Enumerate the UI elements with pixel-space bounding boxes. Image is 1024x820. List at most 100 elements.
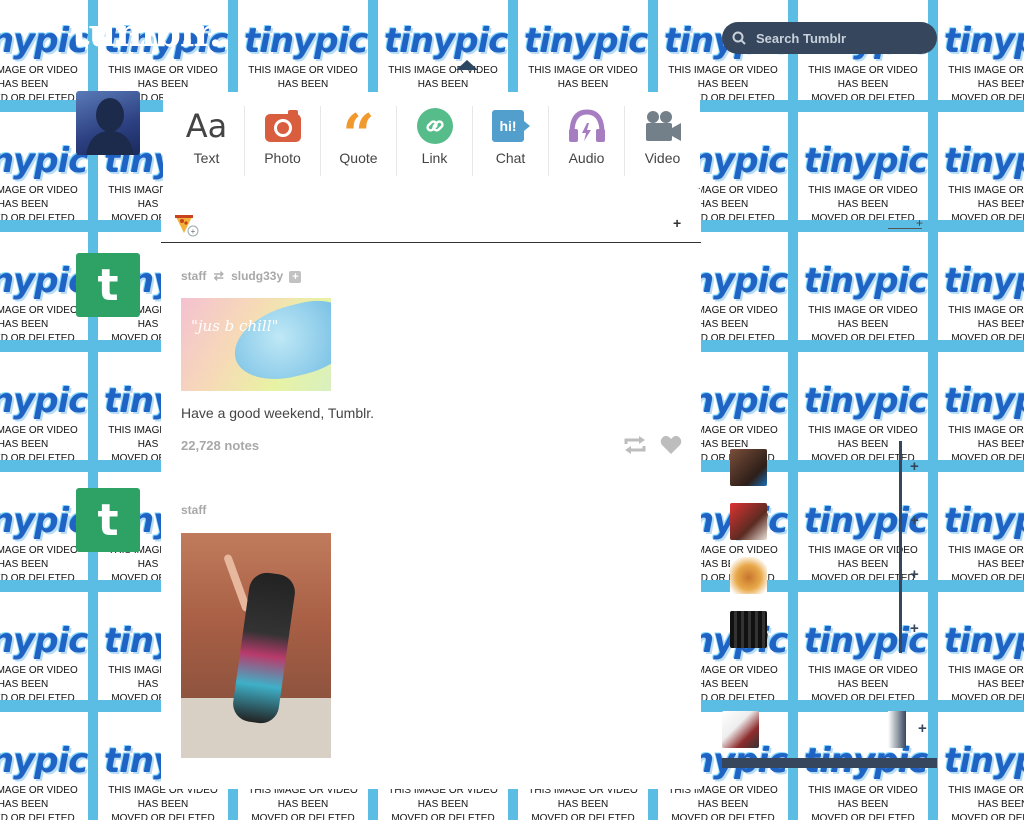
tinypic-logo: tinypic (804, 621, 928, 661)
broken-image-tile: tinypicTHIS IMAGE OR VIDEOHAS BEENMOVED … (0, 712, 88, 820)
message-line: MOVED OR DELETED (0, 813, 75, 820)
search-icon (732, 31, 746, 45)
tinypic-logo: tinypic (0, 741, 88, 781)
message-line: THIS IMAGE OR VIDEO (808, 425, 918, 436)
post-photo-button[interactable]: Photo (245, 106, 321, 176)
post-quote-button[interactable]: “ Quote (321, 106, 397, 176)
plus-icon[interactable]: + (916, 216, 923, 230)
moved-deleted-message: THIS IMAGE OR VIDEOHAS BEENMOVED OR DELE… (798, 304, 928, 340)
tinypic-logo: tinypic (804, 261, 928, 301)
post-header: staff (181, 503, 206, 517)
camera-icon (264, 110, 301, 142)
message-line: HAS BEEN (0, 799, 49, 810)
pizza-icon[interactable]: + (172, 209, 200, 237)
message-line: THIS IMAGE OR VIDEO (948, 65, 1024, 76)
message-line: MOVED OR DELETED (251, 813, 355, 820)
message-line: HAS BEEN (977, 439, 1024, 450)
radar-post-thumbnail[interactable] (722, 711, 759, 748)
follow-plus-icon[interactable]: + (289, 270, 302, 283)
message-line: MOVED OR DELETED (811, 813, 915, 820)
message-line: THIS IMAGE OR VIDEO (808, 785, 918, 796)
tinypic-logo: tinypic (944, 261, 1024, 301)
post-video-button[interactable]: Video (625, 106, 700, 176)
search-input[interactable] (754, 29, 928, 47)
follow-plus-icon[interactable]: + (910, 566, 919, 583)
recommended-blog-avatar[interactable] (730, 503, 767, 540)
message-line: HAS BEEN (0, 679, 49, 690)
message-line: THIS IMAGE OR VIDEO (948, 185, 1024, 196)
broken-image-tile: tinypicTHIS IMAGE OR VIDEOHAS BEENMOVED … (0, 232, 88, 340)
follow-plus-icon[interactable]: + (918, 720, 927, 737)
post-photo[interactable] (181, 533, 331, 758)
search-bar[interactable] (722, 22, 937, 54)
message-line: MOVED OR DELETED (0, 453, 75, 460)
caret-up-icon (456, 60, 478, 70)
staff-avatar[interactable]: t (76, 488, 140, 552)
tinypic-logo: tinypic (0, 501, 88, 541)
tinypic-logo: tinypic (944, 141, 1024, 181)
moved-deleted-message: THIS IMAGE OR VIDEOHAS BEENMOVED OR DELE… (798, 664, 928, 700)
message-line: HAS BEEN (977, 799, 1024, 810)
broken-image-tile: tinypicTHIS IMAGE OR VIDEOHAS BEENMOVED … (238, 0, 368, 100)
message-line: THIS IMAGE OR VIDEO (0, 185, 78, 196)
plus-icon[interactable]: + (673, 215, 681, 231)
silhouette-icon (86, 98, 134, 155)
message-line: MOVED OR DELETED (811, 213, 915, 220)
moved-deleted-message: THIS IMAGE OR VIDEOHAS BEENMOVED OR DELE… (938, 784, 1024, 820)
post-chat-button[interactable]: hi! Chat (473, 106, 549, 176)
message-line: MOVED OR DELETED (811, 333, 915, 340)
moved-deleted-message: THIS IMAGE OR VIDEOHAS BEENMOVED OR DELE… (0, 304, 88, 340)
moved-deleted-message: THIS IMAGE OR VIDEOHAS BEENMOVED OR DELE… (0, 544, 88, 580)
tinypic-logo: tinypic (804, 141, 928, 181)
recommended-blog-avatar[interactable] (730, 557, 767, 594)
message-line: HAS BEEN (837, 559, 889, 570)
like-heart-icon[interactable] (660, 435, 682, 455)
tinypic-logo: tinypic (244, 21, 368, 61)
recommended-blog-avatar[interactable] (730, 611, 767, 648)
recommended-blog-avatar[interactable] (730, 449, 767, 486)
tinypic-logo: tinypic (0, 141, 88, 181)
staff-avatar[interactable]: t (76, 253, 140, 317)
post-text-button[interactable]: Aa Text (169, 106, 245, 176)
follow-plus-icon[interactable]: + (910, 458, 919, 475)
message-line: THIS IMAGE OR VIDEO (948, 545, 1024, 556)
message-line: HAS BEEN (0, 439, 49, 450)
divider (899, 441, 902, 653)
moved-deleted-message: THIS IMAGE OR VIDEOHAS BEENMOVED OR DELE… (238, 784, 368, 820)
post-link-button[interactable]: Link (397, 106, 473, 176)
tinypic-logo: tinypic (0, 261, 88, 301)
post-audio-button[interactable]: Audio (549, 106, 625, 176)
tumblr-logo[interactable]: tumblr. (72, 10, 222, 55)
post-photo[interactable]: "jus b chill" (181, 298, 331, 391)
message-line: MOVED OR DELETED (0, 213, 75, 220)
message-line: THIS IMAGE OR VIDEO (808, 545, 918, 556)
post-header: staff ⇄ sludg33y + (181, 269, 302, 283)
moved-deleted-message: THIS IMAGE OR VIDEOHAS BEENMOVED OR DELE… (938, 64, 1024, 100)
message-line: HAS BEEN (277, 799, 329, 810)
reblog-button-icon[interactable] (624, 436, 646, 454)
moved-deleted-message: THIS IMAGE OR VIDEOHAS BEENMOVED OR DELE… (378, 784, 508, 820)
message-line: MOVED OR DELETED (531, 813, 635, 820)
reblogged-from-link[interactable]: sludg33y (231, 269, 283, 283)
message-line: MOVED OR DELETED (811, 93, 915, 100)
user-avatar[interactable] (76, 91, 140, 155)
tinypic-logo: tinypic (944, 741, 1024, 781)
follow-plus-icon[interactable]: + (910, 512, 919, 529)
message-line: HAS BEEN (417, 799, 469, 810)
message-line: HAS BEEN (137, 799, 189, 810)
follow-plus-icon[interactable]: + (910, 620, 919, 637)
broken-image-tile: tinypicTHIS IMAGE OR VIDEOHAS BEENMOVED … (0, 592, 88, 700)
broken-image-tile: tinypicTHIS IMAGE OR VIDEOHAS BEENMOVED … (0, 112, 88, 220)
message-line: HAS BEEN (0, 79, 49, 90)
tinypic-logo: tinypic (0, 21, 88, 61)
post-notes-count[interactable]: 22,728 notes (181, 438, 259, 453)
message-line: HAS BEEN (977, 79, 1024, 90)
broken-image-tile: tinypicTHIS IMAGE OR VIDEOHAS BEENMOVED … (798, 112, 928, 220)
post-author-link[interactable]: staff (181, 269, 206, 283)
message-line: HAS BEEN (977, 199, 1024, 210)
message-line: THIS IMAGE OR VIDEO (0, 545, 78, 556)
message-line: HAS BEEN (0, 319, 49, 330)
message-line: THIS IMAGE OR VIDEO (948, 305, 1024, 316)
post-author-link[interactable]: staff (181, 503, 206, 517)
post-type-label: Chat (495, 150, 526, 166)
